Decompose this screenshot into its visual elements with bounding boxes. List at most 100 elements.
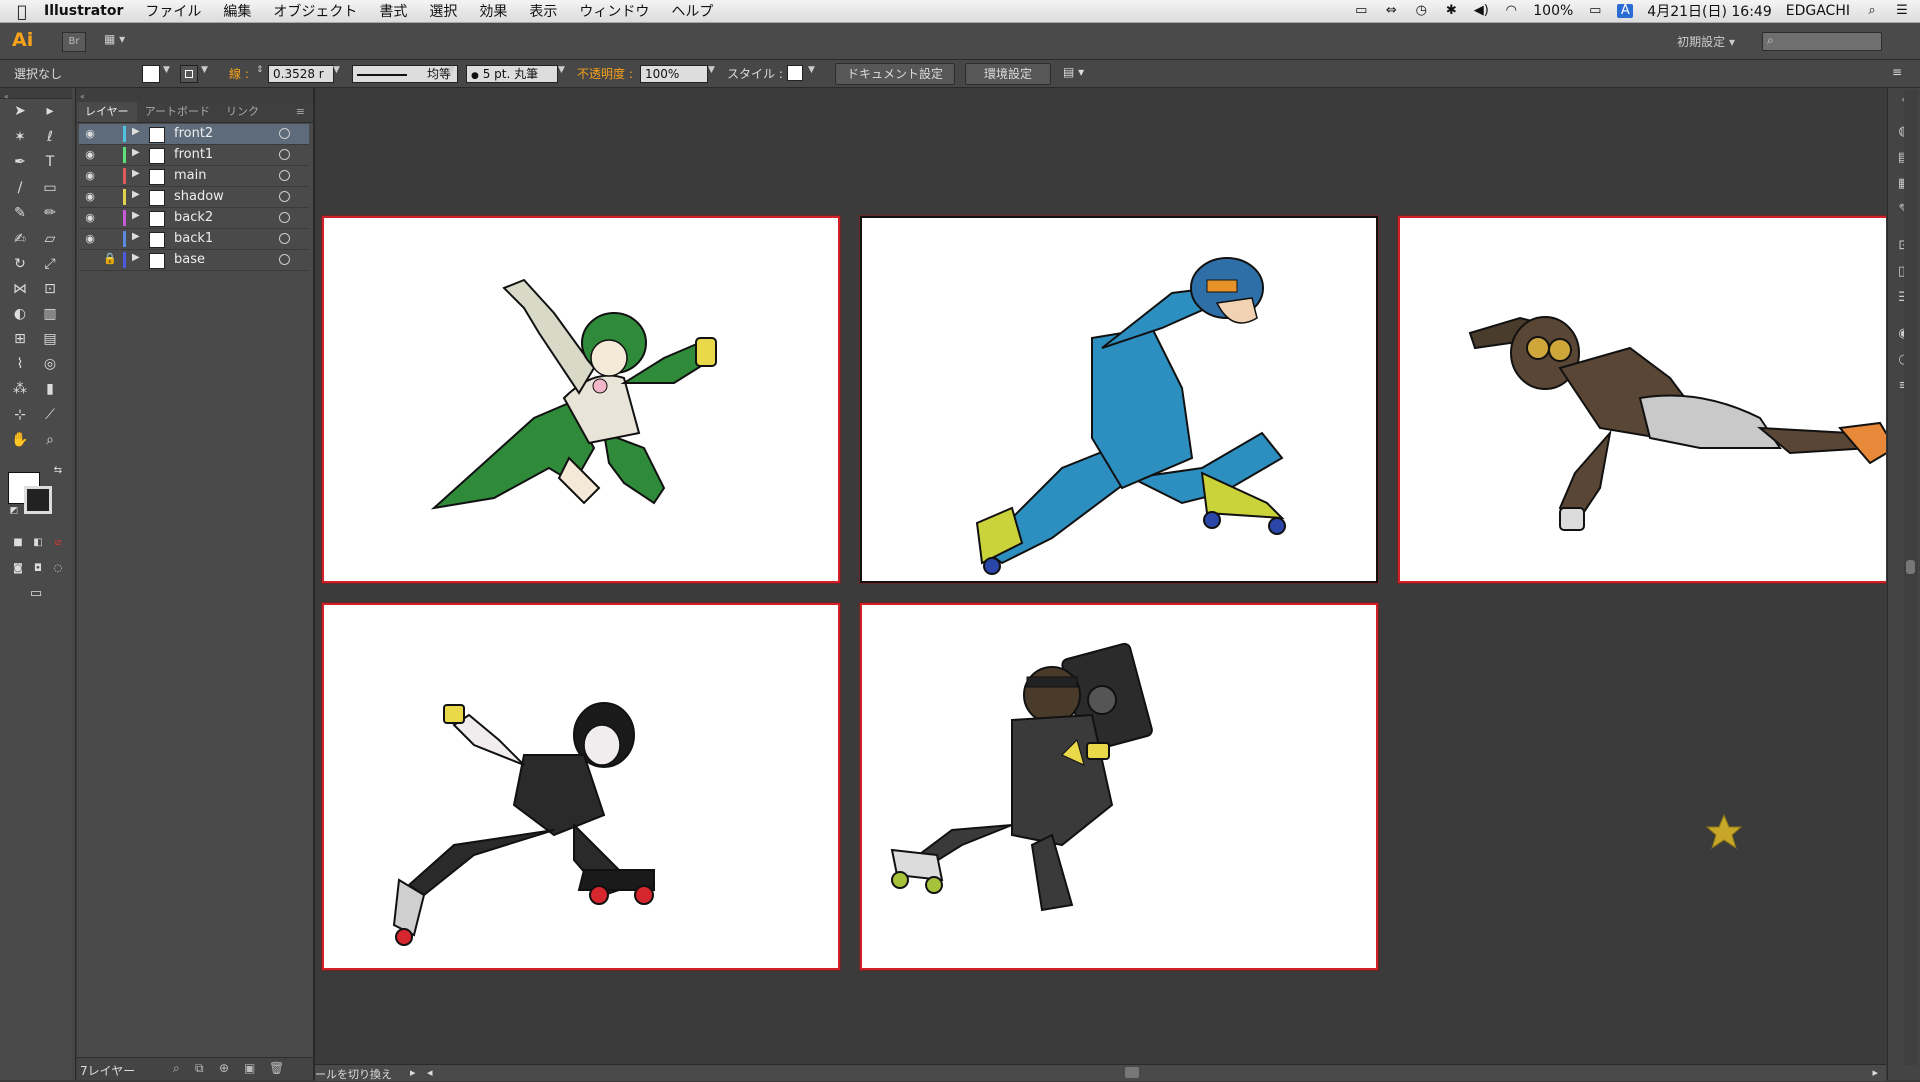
display-icon[interactable]: ▭ <box>1353 4 1369 18</box>
opacity-field[interactable]: 100% <box>640 65 708 83</box>
control-panel-menu-icon[interactable]: ≡ <box>1892 65 1902 79</box>
expand-triangle-icon[interactable]: ▶ <box>132 147 140 158</box>
preferences-button[interactable]: 環境設定 <box>965 63 1051 85</box>
target-circle-icon[interactable] <box>279 128 290 139</box>
tab-layers[interactable]: レイヤー <box>77 102 137 122</box>
expand-triangle-icon[interactable]: ▶ <box>132 126 140 137</box>
menu-type[interactable]: 書式 <box>379 1 407 21</box>
help-search-input[interactable]: ⌕ <box>1762 32 1882 51</box>
hand-tool-icon[interactable]: ✋ <box>8 429 32 451</box>
visibility-eye-icon[interactable]: ◉ <box>83 211 97 224</box>
target-circle-icon[interactable] <box>279 212 290 223</box>
layer-row[interactable]: ◉ ▶ back2 <box>79 208 309 229</box>
artboard-1[interactable] <box>322 216 840 583</box>
menu-window[interactable]: ウィンドウ <box>579 1 649 21</box>
menu-edit[interactable]: 編集 <box>223 1 251 21</box>
gradient-tool-icon[interactable]: ▤ <box>38 328 62 350</box>
stroke-profile-field[interactable]: 均等 <box>352 65 458 83</box>
menu-object[interactable]: オブジェクト <box>273 1 357 21</box>
target-circle-icon[interactable] <box>279 170 290 181</box>
free-transform-tool-icon[interactable]: ⊡ <box>38 278 62 300</box>
scroll-left-icon[interactable]: ◂ <box>427 1066 433 1079</box>
visibility-eye-icon[interactable]: ◉ <box>83 190 97 203</box>
menu-view[interactable]: 表示 <box>529 1 557 21</box>
menu-effect[interactable]: 効果 <box>479 1 507 21</box>
artboard-3[interactable] <box>1398 216 1886 583</box>
lock-icon[interactable]: 🔒 <box>103 252 117 265</box>
mesh-tool-icon[interactable]: ⊞ <box>8 328 32 350</box>
symbol-sprayer-tool-icon[interactable]: ⁂ <box>8 378 32 400</box>
vertical-scrollbar[interactable] <box>1904 90 1918 1065</box>
document-setup-button[interactable]: ドキュメント設定 <box>835 63 955 85</box>
expand-triangle-icon[interactable]: ▶ <box>132 168 140 179</box>
style-dropdown-icon[interactable]: ▼ <box>808 65 815 75</box>
layer-name[interactable]: base <box>174 252 205 267</box>
target-circle-icon[interactable] <box>279 233 290 244</box>
battery-icon[interactable]: ▭ <box>1587 4 1603 18</box>
panel-menu-icon[interactable]: ≡ <box>288 102 313 122</box>
visibility-eye-icon[interactable]: ◉ <box>83 232 97 245</box>
layer-row[interactable]: ◉ ▶ front2 <box>79 124 309 145</box>
tab-links[interactable]: リンク <box>218 102 267 122</box>
brush-field[interactable]: ● 5 pt. 丸筆 <box>466 65 558 83</box>
fill-dropdown-icon[interactable]: ▼ <box>163 65 170 75</box>
stroke-weight-field[interactable]: 0.3528 r <box>268 65 334 83</box>
opacity-dropdown-icon[interactable]: ▼ <box>708 65 715 75</box>
magic-wand-tool-icon[interactable]: ✶ <box>8 126 32 148</box>
clock[interactable]: 4月21日(日) 16:49 <box>1647 1 1771 21</box>
bluetooth-icon[interactable]: ✱ <box>1443 4 1459 18</box>
input-method-icon[interactable]: A <box>1617 4 1634 18</box>
none-mode-icon[interactable]: ⧄ <box>46 532 70 554</box>
type-tool-icon[interactable]: T <box>38 151 62 173</box>
bridge-button[interactable]: Br <box>62 32 86 52</box>
make-clipping-mask-icon[interactable]: ⧉ <box>195 1061 204 1076</box>
target-circle-icon[interactable] <box>279 191 290 202</box>
visibility-eye-icon[interactable]: ◉ <box>83 169 97 182</box>
sync-icon[interactable]: ⇔ <box>1383 4 1399 18</box>
perspective-grid-tool-icon[interactable]: ▥ <box>38 303 62 325</box>
layer-row[interactable]: ◉ ▶ front1 <box>79 145 309 166</box>
volume-icon[interactable]: ◀) <box>1473 4 1489 18</box>
arrange-documents-icon[interactable]: ▦ ▾ <box>104 32 134 50</box>
menu-file[interactable]: ファイル <box>145 1 201 21</box>
align-options-icon[interactable]: ▤ ▾ <box>1063 65 1084 79</box>
selection-tool-icon[interactable]: ➤ <box>8 100 32 122</box>
locate-object-icon[interactable]: ⌕ <box>173 1061 180 1076</box>
direct-selection-tool-icon[interactable]: ▸ <box>38 100 62 122</box>
pen-tool-icon[interactable]: ✒ <box>8 151 32 173</box>
collapse-icon[interactable]: « <box>77 92 85 101</box>
lasso-tool-icon[interactable]: ℓ <box>38 126 62 148</box>
spotlight-icon[interactable]: ⌕ <box>1864 4 1880 18</box>
artboard-tool-icon[interactable]: ⊹ <box>8 404 32 426</box>
layer-row[interactable]: ◉ ▶ back1 <box>79 229 309 250</box>
layer-name[interactable]: front1 <box>174 147 213 162</box>
new-layer-icon[interactable]: ▣ <box>244 1061 255 1075</box>
menu-help[interactable]: ヘルプ <box>671 1 713 21</box>
line-tool-icon[interactable]: / <box>8 177 32 199</box>
workspace-switcher[interactable]: 初期設定 ▾ <box>1677 33 1735 50</box>
scale-tool-icon[interactable]: ⤢ <box>38 253 62 275</box>
paintbrush-tool-icon[interactable]: ✎ <box>8 202 32 224</box>
layer-name[interactable]: back1 <box>174 231 213 246</box>
stroke-weight-dropdown-icon[interactable]: ▼ <box>333 65 340 75</box>
shape-builder-tool-icon[interactable]: ◐ <box>8 303 32 325</box>
expand-triangle-icon[interactable]: ▶ <box>132 252 140 263</box>
swap-fill-stroke-icon[interactable]: ⇆ <box>46 460 70 482</box>
layer-row[interactable]: 🔒 ▶ base <box>79 250 309 271</box>
default-colors-icon[interactable]: ◩ <box>2 500 26 522</box>
artboard-2[interactable] <box>860 216 1378 583</box>
user-name[interactable]: EDGACHI <box>1786 3 1850 19</box>
stroke-swatch[interactable] <box>180 65 198 83</box>
document-canvas[interactable] <box>315 88 1886 1064</box>
blob-brush-tool-icon[interactable]: ✍ <box>8 228 32 250</box>
time-machine-icon[interactable]: ◷ <box>1413 4 1429 18</box>
target-circle-icon[interactable] <box>279 149 290 160</box>
notification-center-icon[interactable]: ☰ <box>1894 4 1910 18</box>
screen-mode-icon[interactable]: ▭ <box>24 583 48 605</box>
stroke-stepper-icon[interactable]: ⇕ <box>256 65 264 75</box>
layer-row[interactable]: ◉ ▶ main <box>79 166 309 187</box>
scroll-right-icon[interactable]: ▸ <box>1872 1066 1878 1079</box>
artboard-5[interactable] <box>860 603 1378 970</box>
target-circle-icon[interactable] <box>279 254 290 265</box>
artboard-4[interactable] <box>322 603 840 970</box>
